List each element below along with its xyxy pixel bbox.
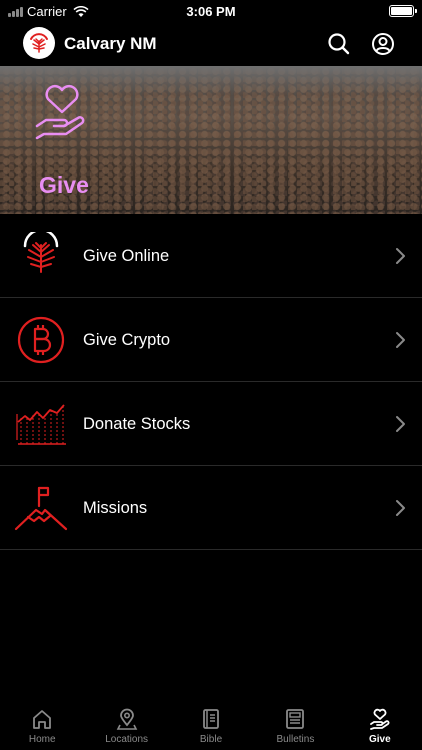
mountain-flag-icon <box>14 486 68 531</box>
tab-give[interactable]: Give <box>338 700 422 750</box>
heart-hand-icon <box>35 85 85 140</box>
app-header: Calvary NM <box>0 22 422 66</box>
menu-item-label: Give Crypto <box>83 331 171 349</box>
account-icon[interactable] <box>371 32 395 56</box>
hero-title: Give <box>39 172 89 198</box>
bitcoin-icon <box>17 316 65 364</box>
church-logo-icon <box>23 27 55 59</box>
tab-bar: Home Locations Bible Bulletins Give <box>0 700 422 750</box>
give-online-icon <box>23 232 59 273</box>
menu-item-give-crypto[interactable]: Give Crypto <box>0 298 422 382</box>
tab-bulletins[interactable]: Bulletins <box>253 700 337 750</box>
tab-locations[interactable]: Locations <box>84 700 168 750</box>
tab-label: Bible <box>199 734 223 745</box>
chevron-right-icon <box>396 416 405 432</box>
menu-item-donate-stocks[interactable]: Donate Stocks <box>0 382 422 466</box>
bible-icon <box>203 709 219 729</box>
status-time: 3:06 PM <box>186 4 236 19</box>
stocks-chart-icon <box>16 404 66 445</box>
location-pin-icon <box>116 708 137 730</box>
menu-item-missions[interactable]: Missions <box>0 466 422 550</box>
tab-label: Bulletins <box>276 734 315 745</box>
bulletin-icon <box>286 709 305 729</box>
tab-label: Locations <box>105 734 149 745</box>
battery-icon <box>389 5 417 17</box>
search-icon[interactable] <box>327 32 351 56</box>
tab-label: Home <box>28 734 56 745</box>
chevron-right-icon <box>396 332 405 348</box>
give-menu-list: Give Online Give Crypto Donate Stocks Mi… <box>0 214 422 550</box>
tab-bible[interactable]: Bible <box>169 700 253 750</box>
home-icon <box>33 710 52 729</box>
chevron-right-icon <box>396 248 405 264</box>
menu-item-label: Missions <box>83 499 148 517</box>
tab-label: Give <box>368 734 391 745</box>
menu-item-give-online[interactable]: Give Online <box>0 214 422 298</box>
menu-item-label: Donate Stocks <box>83 415 191 433</box>
chevron-right-icon <box>396 500 405 516</box>
status-bar: Carrier 3:06 PM <box>0 0 422 22</box>
give-hand-icon <box>369 708 390 730</box>
menu-item-label: Give Online <box>83 247 170 265</box>
tab-home[interactable]: Home <box>0 700 84 750</box>
give-hero-banner: Give <box>0 66 422 214</box>
app-title: Calvary NM <box>64 34 157 53</box>
